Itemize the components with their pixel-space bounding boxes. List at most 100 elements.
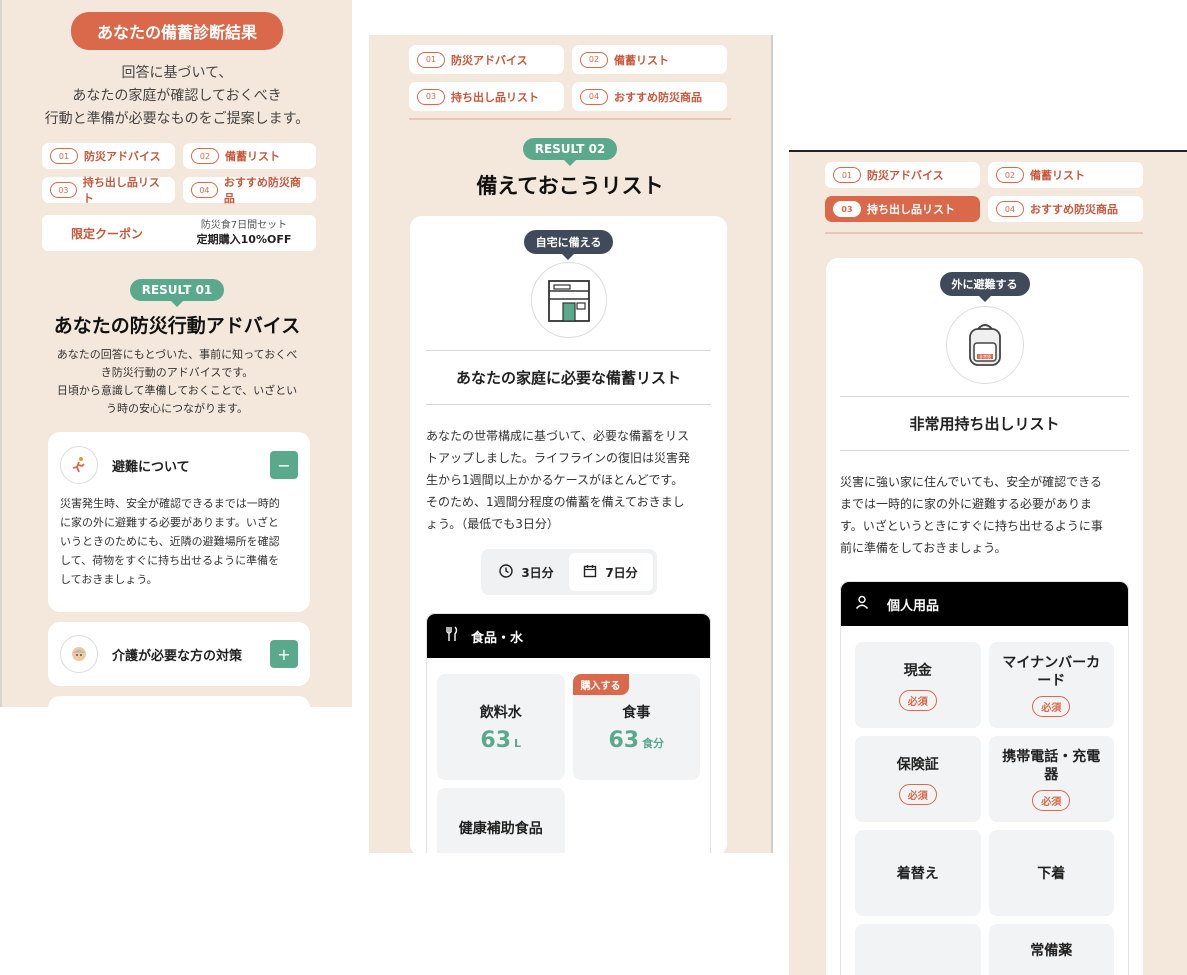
category-label: 食品・水 [471, 630, 524, 646]
tab-3days[interactable]: 3日分 [485, 553, 569, 591]
runner-icon [60, 446, 98, 484]
carry-item-cash[interactable]: 現金 必須 [855, 642, 981, 728]
tab-7days[interactable]: 7日分 [568, 553, 653, 591]
coupon-discount: 定期購入10%OFF [196, 233, 292, 246]
nav-stock-list-button[interactable]: 02 備蓄リスト [183, 143, 316, 169]
category-personal: 個人用品 現金 必須 マイナンバーカード 必須 保険証 必須 携帯電話・充電器 … [840, 581, 1129, 975]
utensils-icon [445, 626, 459, 646]
carry-item-mynumber-card[interactable]: マイナンバーカード 必須 [988, 642, 1114, 728]
accordion-evacuation: 避難について − 災害発生時、安全が確認できるまでは一時的 に家の外に避難する必… [48, 432, 310, 612]
accordion-title: 介護が必要な方の対策 [112, 648, 243, 664]
item-name: 現金 [903, 662, 932, 679]
section-nav: 01 防災アドバイス 02 備蓄リスト 03 持ち出し品リスト 04 おすすめ防災商品 [409, 45, 727, 111]
body-line: 災害発生時、安全が確認できるまでは一時的 [60, 497, 280, 510]
section-nav: 01 防災アドバイス 02 備蓄リスト 03 持ち出し品リスト 04 おすすめ防災商品 [42, 143, 316, 205]
tab-label: 3日分 [521, 565, 554, 580]
nav-label: 備蓄リスト [1030, 169, 1085, 182]
nav-carry-list-button[interactable]: 03 持ち出し品リスト [42, 176, 175, 205]
description-line: ょう。（最低でも3日分） [426, 517, 559, 531]
expand-button[interactable]: + [270, 640, 298, 668]
nav-products-button[interactable]: 04 おすすめ防災商品 [183, 176, 316, 205]
section-heading: 備えておこうリスト [476, 174, 664, 198]
description-line: う時の安心につながります。 [106, 402, 248, 415]
nav-number: 04 [996, 201, 1024, 217]
house-icon [530, 262, 607, 338]
stock-item-water[interactable]: 飲料水 63 L [437, 674, 565, 780]
nav-label: おすすめ防災商品 [1030, 203, 1118, 216]
result-panel-advice: あなたの備蓄診断結果 回答に基づいて、 あなたの家庭が確認しておくべき 行動と準… [0, 0, 352, 707]
stock-item-meal[interactable]: 購入する 食事 63 食分 [572, 674, 700, 780]
item-name: 携帯電話・充電器 [1002, 748, 1101, 783]
nav-carry-list-button[interactable]: 03 持ち出し品リスト [409, 82, 564, 111]
category-header: 食品・水 [427, 614, 710, 658]
carry-card: 外に避難する 非常袋 非常用持ち出しリスト 災害に強い家に住んでいても、安全が確… [826, 258, 1143, 975]
nav-products-button[interactable]: 04 おすすめ防災商品 [572, 82, 727, 111]
nav-advice-button[interactable]: 01 防災アドバイス [825, 162, 980, 188]
body-line: しておきましょう。 [60, 573, 158, 586]
section-description: あなたの回答にもとづいた、事前に知っておくべ き防災行動のアドバイスです。 日頃… [2, 346, 352, 418]
buy-ribbon[interactable]: 購入する [572, 674, 629, 695]
nav-label: 持ち出し品リスト [82, 176, 160, 205]
backpack-icon: 非常袋 [945, 306, 1024, 384]
carry-item-medicine[interactable]: 常備薬 [988, 924, 1114, 975]
description-line: 前に準備をしておきましょう。 [840, 541, 1007, 555]
nav-number: 01 [50, 148, 78, 164]
carry-item-socks[interactable]: 靴下 [855, 924, 981, 975]
required-badge: 必須 [1032, 695, 1071, 717]
accordion-title: 避難について [112, 459, 190, 475]
nav-number: 03 [417, 88, 445, 105]
result-badge: RESULT 02 [522, 138, 618, 166]
home-tag: 自宅に備える [523, 230, 614, 260]
carry-item-underwear[interactable]: 下着 [988, 830, 1114, 916]
description-line: あなたの世帯構成に基づいて、必要な備蓄をリス [426, 429, 690, 443]
category-food: 食品・水 飲料水 63 L 購入する 食事 63 食分 健康補助食品 [426, 613, 711, 853]
item-quantity: 63 [608, 727, 640, 753]
description-line: そのため、1週間分程度の備蓄を備えておきまし [426, 495, 685, 509]
item-name: 常備薬 [1030, 943, 1073, 959]
accordion-next[interactable] [48, 696, 310, 707]
accordion-header[interactable]: 避難について − [60, 446, 298, 484]
collapse-button[interactable]: − [270, 451, 298, 479]
carry-item-clothes[interactable]: 着替え [855, 830, 981, 916]
nav-number: 03 [833, 201, 861, 217]
nav-label: おすすめ防災商品 [614, 90, 702, 104]
calendar-icon [583, 564, 597, 581]
page-title: あなたの備蓄診断結果 [70, 12, 283, 50]
item-quantity: 63 [480, 727, 512, 753]
nav-advice-button[interactable]: 01 防災アドバイス [42, 143, 175, 169]
nav-stock-list-button[interactable]: 02 備蓄リスト [988, 162, 1143, 188]
carry-item-insurance-card[interactable]: 保険証 必須 [855, 736, 981, 822]
nav-label: おすすめ防災商品 [223, 176, 301, 205]
result-panel-stock: 01 防災アドバイス 02 備蓄リスト 03 持ち出し品リスト 04 おすすめ防災商品 … [369, 35, 773, 853]
nav-label: 備蓄リスト [614, 53, 669, 67]
divider [840, 396, 1129, 397]
item-name: 食事 [622, 704, 651, 721]
stock-card: 自宅に備える あなたの家庭に必要な備蓄リスト あなたの世帯構成に基づいて、必要な… [410, 216, 727, 853]
description-line: までは一時的に家の外に避難する必要がありま [840, 497, 1093, 511]
clock-icon [499, 563, 514, 581]
description-line: トアップしました。ライフラインの復旧は災害発 [426, 451, 691, 465]
divider [426, 404, 711, 405]
nav-number: 02 [996, 167, 1024, 183]
intro-line: 回答に基づいて、 [121, 65, 233, 81]
stock-item-supplement[interactable]: 健康補助食品 [437, 788, 565, 853]
nav-number: 04 [580, 88, 608, 105]
nav-advice-button[interactable]: 01 防災アドバイス [409, 45, 564, 74]
list-heading: あなたの家庭に必要な備蓄リスト [455, 369, 681, 387]
body-line: いうときのためにも、近隣の避難場所を確認 [60, 535, 280, 548]
list-heading: 非常用持ち出しリスト [909, 415, 1060, 433]
nav-stock-list-button[interactable]: 02 備蓄リスト [572, 45, 727, 74]
nav-products-button[interactable]: 04 おすすめ防災商品 [988, 196, 1143, 222]
nav-number: 03 [50, 182, 77, 198]
carry-item-phone-charger[interactable]: 携帯電話・充電器 必須 [988, 736, 1114, 822]
nav-number: 01 [417, 51, 445, 68]
intro-line: 行動と準備が必要なものをご提案します。 [44, 111, 310, 127]
result-panel-carry: 01 防災アドバイス 02 備蓄リスト 03 持ち出し品リスト 04 おすすめ防災商品 … [789, 150, 1187, 975]
nav-carry-list-button[interactable]: 03 持ち出し品リスト [825, 196, 980, 222]
description-line: 日頃から意識して準備しておくことで、いざとい [56, 384, 298, 397]
coupon-banner[interactable]: 限定クーポン 防災食7日間セット 定期購入10%OFF [42, 215, 316, 251]
person-icon [855, 595, 869, 613]
accordion-care[interactable]: 介護が必要な方の対策 + [48, 622, 310, 686]
result-badge: RESULT 01 [129, 279, 225, 307]
required-badge: 必須 [898, 689, 937, 711]
